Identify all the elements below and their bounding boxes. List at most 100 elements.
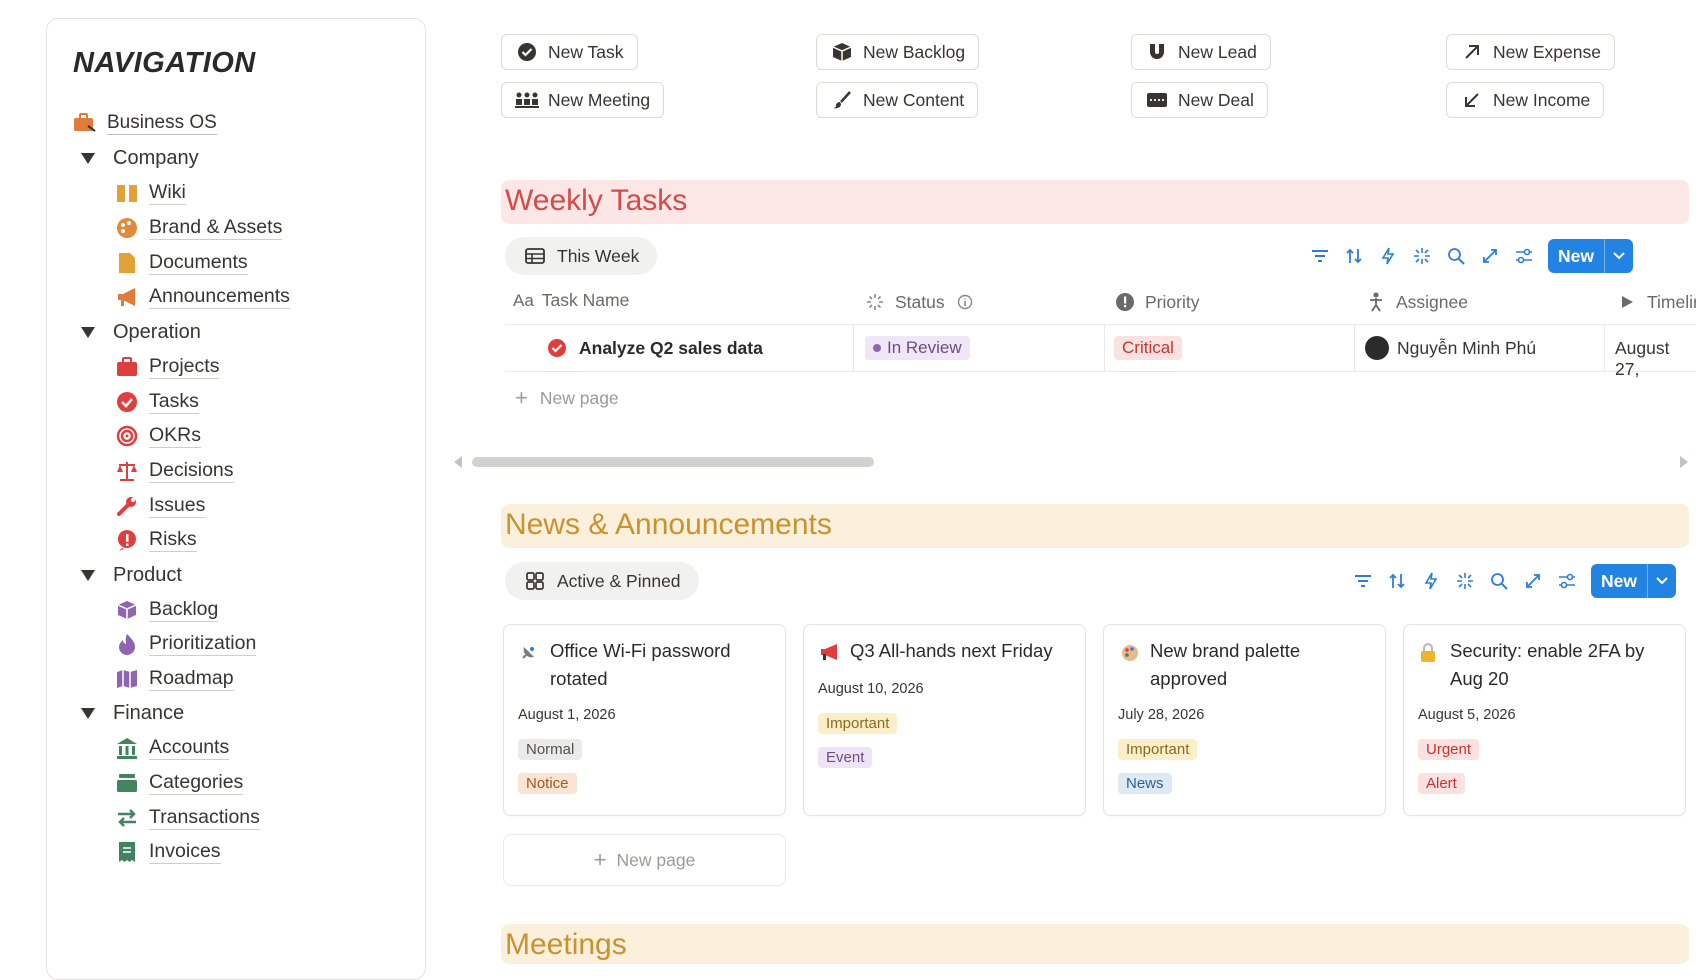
news-toolbar: New [1353,564,1676,598]
column-timeline[interactable]: Timelir [1615,290,1696,314]
expand-icon[interactable] [1480,246,1500,266]
stack-icon [115,771,139,795]
sort-icon[interactable] [1387,571,1407,591]
exclamation-circle-icon [1113,290,1137,314]
new-expense-button[interactable]: New Expense [1446,34,1615,70]
map-icon [115,667,139,691]
status-cell[interactable]: In Review [865,336,970,360]
nav-item-backlog[interactable]: Backlog [115,597,219,622]
view-tab-active-pinned[interactable]: Active & Pinned [505,562,699,600]
nav-item-okrs[interactable]: OKRs [115,423,202,448]
scroll-right-arrow-icon[interactable] [1680,456,1688,468]
column-assignee[interactable]: Assignee [1364,290,1468,314]
nav-item-wiki[interactable]: Wiki [115,180,186,205]
magnet-icon [1145,40,1169,64]
sparkle-icon[interactable] [1455,571,1475,591]
new-income-button[interactable]: New Income [1446,82,1605,118]
lightning-icon[interactable] [1421,571,1441,591]
new-task-button[interactable]: New Task [501,34,638,70]
toggle-triangle-icon [81,708,95,719]
nav-section-company[interactable]: Company [81,147,199,170]
column-task-name[interactable]: Aa Task Name [513,290,629,311]
arrow-down-left-icon [1460,88,1484,112]
search-icon[interactable] [1446,246,1466,266]
expand-icon[interactable] [1523,571,1543,591]
news-card[interactable]: Q3 All-hands next Friday August 10, 2026… [803,624,1086,816]
check-circle-icon [545,336,569,360]
new-backlog-button[interactable]: New Backlog [816,34,980,70]
tag-notice: Notice [518,773,577,794]
nav-item-documents[interactable]: Documents [115,250,248,275]
horizontal-scrollbar[interactable] [472,457,874,467]
table-row[interactable]: Analyze Q2 sales data [545,336,763,360]
new-lead-button[interactable]: New Lead [1131,34,1271,70]
view-tab-this-week[interactable]: This Week [505,237,658,275]
news-title: News & Announcements [505,508,832,541]
nav-item-transactions[interactable]: Transactions [115,805,260,830]
alert-icon [115,528,139,552]
filter-icon[interactable] [1353,571,1373,591]
settings-sliders-icon[interactable] [1557,571,1577,591]
nav-root-business-os[interactable]: Business OS [73,111,217,135]
settings-sliders-icon[interactable] [1514,246,1534,266]
new-content-button[interactable]: New Content [816,82,979,118]
nav-section-operation[interactable]: Operation [81,321,201,344]
nav-item-tasks[interactable]: Tasks [115,389,199,414]
new-meeting-button[interactable]: New Meeting [501,82,665,118]
chevron-down-icon[interactable] [1605,239,1633,273]
nav-item-projects[interactable]: Projects [115,354,220,379]
briefcase-icon [115,355,139,379]
nav-item-prioritization[interactable]: Prioritization [115,631,257,656]
palette-icon [1120,643,1140,663]
lock-icon [1420,643,1440,663]
nav-section-finance[interactable]: Finance [81,702,184,725]
lightning-icon[interactable] [1378,246,1398,266]
plus-icon: + [515,385,528,410]
search-icon[interactable] [1489,571,1509,591]
news-new-button[interactable]: New [1591,564,1676,598]
receipt-icon [115,840,139,864]
megaphone-icon [820,643,840,663]
timeline-cell[interactable]: August 27, [1615,338,1696,380]
nav-item-brand-assets[interactable]: Brand & Assets [115,215,283,240]
sort-icon[interactable] [1344,246,1364,266]
column-status[interactable]: Status [863,290,977,314]
scroll-left-arrow-icon[interactable] [454,456,462,468]
news-card[interactable]: New brand palette approved July 28, 2026… [1103,624,1386,816]
nav-item-roadmap[interactable]: Roadmap [115,666,234,691]
target-icon [115,424,139,448]
nav-section-product[interactable]: Product [81,564,182,587]
new-page-row[interactable]: + New page [515,385,619,411]
sparkle-icon[interactable] [1412,246,1432,266]
weekly-tasks-new-button[interactable]: New [1548,239,1633,273]
tag-urgent: Urgent [1418,739,1480,760]
nav-item-invoices[interactable]: Invoices [115,839,221,864]
chevron-down-icon[interactable] [1648,564,1676,598]
priority-cell[interactable]: Critical [1114,336,1182,360]
weekly-tasks-header: Weekly Tasks [501,180,1689,224]
nav-item-categories[interactable]: Categories [115,770,244,795]
toggle-triangle-icon [81,153,95,164]
assignee-cell[interactable]: Nguyễn Minh Phú [1365,336,1536,360]
news-new-page-button[interactable]: + New page [503,834,786,886]
status-dot-icon [873,344,881,352]
play-icon [1615,290,1639,314]
new-deal-button[interactable]: New Deal [1131,82,1268,118]
nav-item-announcements[interactable]: Announcements [115,284,290,309]
nav-item-decisions[interactable]: Decisions [115,458,234,483]
column-priority[interactable]: Priority [1113,290,1199,314]
news-header: News & Announcements [501,504,1689,548]
news-card[interactable]: Office Wi-Fi password rotated August 1, … [503,624,786,816]
plus-icon: + [593,847,607,872]
document-icon [115,251,139,275]
table-divider [505,324,1696,325]
table-divider [505,371,1696,372]
nav-item-accounts[interactable]: Accounts [115,735,230,760]
nav-item-issues[interactable]: Issues [115,493,206,518]
info-icon[interactable] [953,290,977,314]
filter-icon[interactable] [1310,246,1330,266]
nav-item-risks[interactable]: Risks [115,527,197,552]
news-card[interactable]: Security: enable 2FA by Aug 20 August 5,… [1403,624,1686,816]
book-icon [115,181,139,205]
arrow-up-right-icon [1460,40,1484,64]
